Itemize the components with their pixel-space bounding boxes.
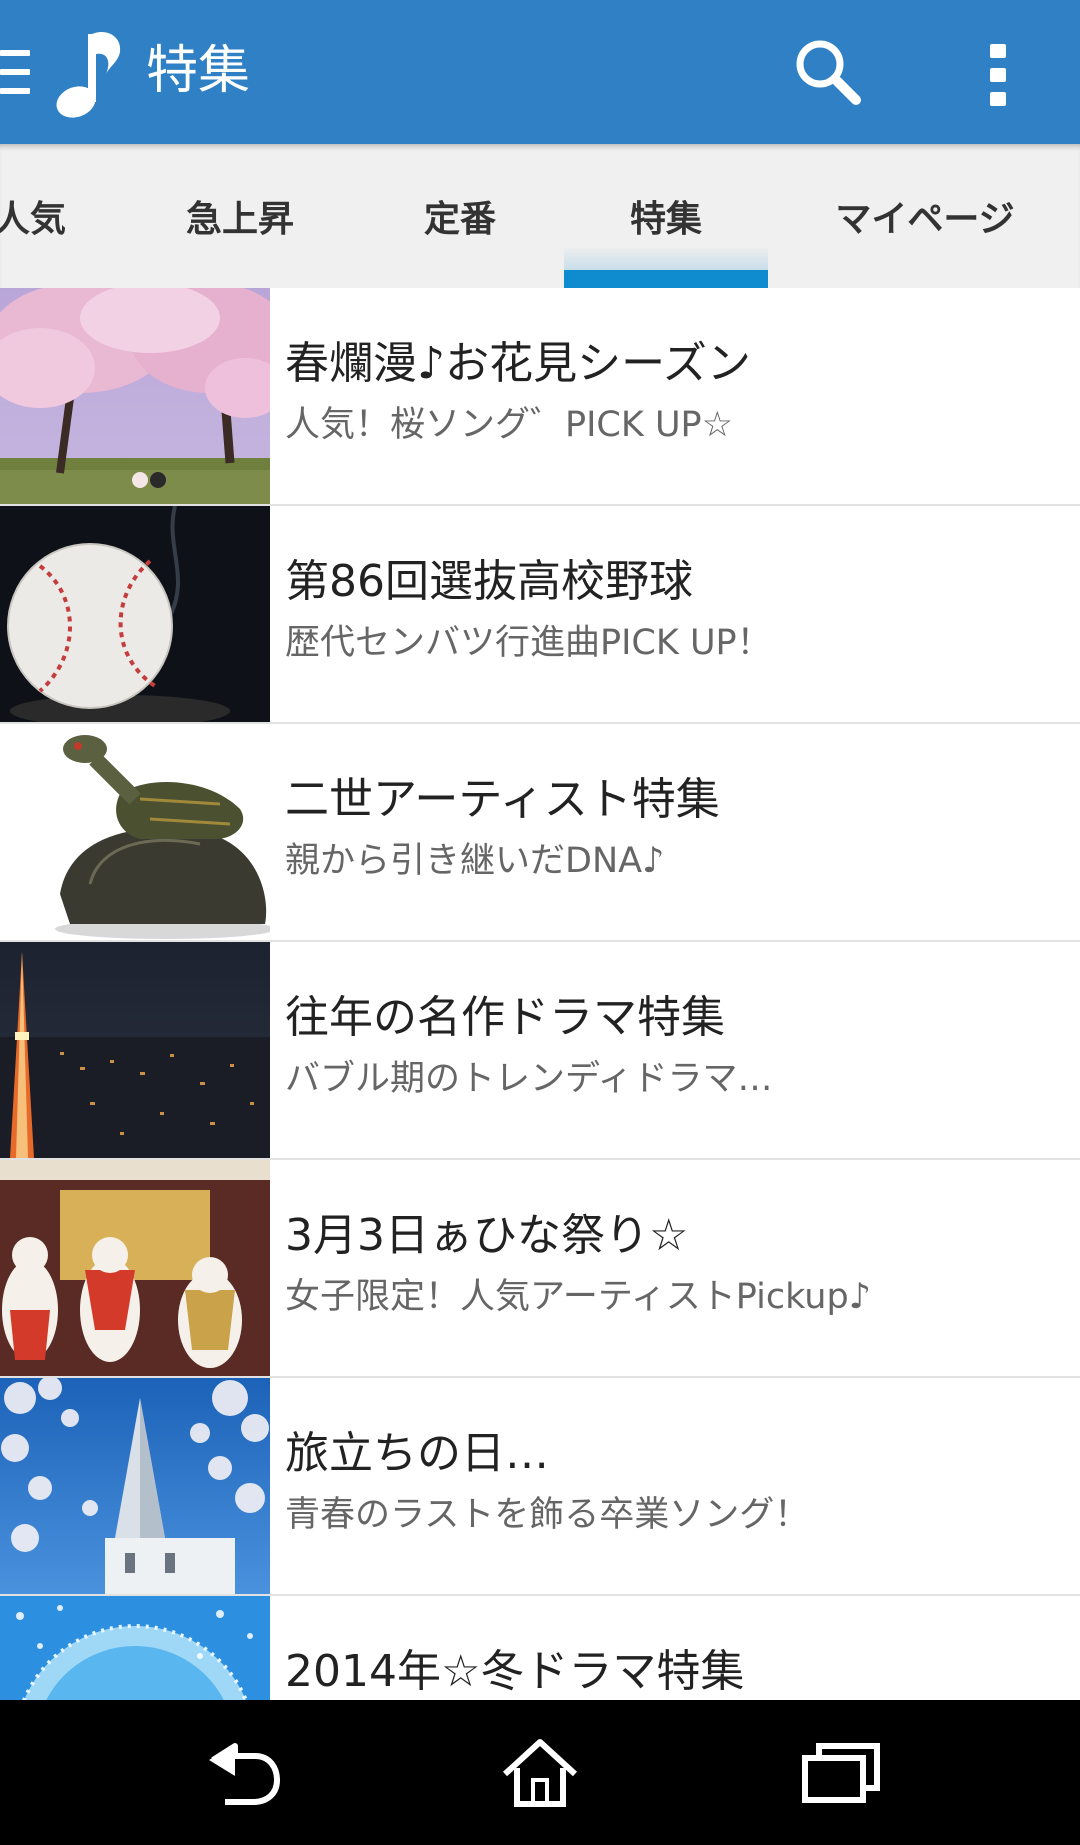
- feature-title: 春爛漫♪お花見シーズン: [285, 338, 751, 389]
- cherry-blossom-thumbnail: [0, 288, 270, 504]
- feature-title: 第86回選抜高校野球: [285, 556, 693, 607]
- feature-subtitle: 人気！桜ソング゛PICK UP☆: [285, 405, 734, 445]
- list-item[interactable]: 2014年☆冬ドラマ特集: [0, 1596, 1080, 1700]
- tab-bar: 人気 急上昇 定番 特集 マイページ: [0, 144, 1080, 288]
- music-note-icon[interactable]: [48, 22, 128, 122]
- list-item[interactable]: 第86回選抜高校野球 歴代センバツ行進曲PICK UP！: [0, 506, 1080, 724]
- tab-label: 人気: [0, 199, 66, 240]
- tokyo-tower-thumbnail: [0, 942, 270, 1158]
- tab-indicator-glow: [564, 246, 768, 270]
- snow-ornament-thumbnail: [0, 1596, 270, 1700]
- tab-standard[interactable]: 定番: [380, 144, 540, 288]
- app-bar: 特集: [0, 0, 1080, 144]
- tab-mypage[interactable]: マイページ: [820, 144, 1030, 288]
- tab-rising[interactable]: 急上昇: [160, 144, 320, 288]
- feature-subtitle: 親から引き継いだDNA♪: [285, 841, 665, 881]
- list-item[interactable]: 往年の名作ドラマ特集 バブル期のトレンディドラマ…: [0, 942, 1080, 1160]
- list-item[interactable]: 旅立ちの日… 青春のラストを飾る卒業ソング！: [0, 1378, 1080, 1596]
- tab-label: 定番: [423, 199, 496, 240]
- feature-subtitle: 青春のラストを飾る卒業ソング！: [285, 1495, 810, 1535]
- baseball-thumbnail: [0, 506, 270, 722]
- feature-subtitle: 歴代センバツ行進曲PICK UP！: [285, 623, 772, 663]
- feature-subtitle: 女子限定！人気アーティストPickup♪: [285, 1277, 872, 1317]
- tab-label: 急上昇: [185, 199, 294, 240]
- feature-subtitle: バブル期のトレンディドラマ…: [285, 1059, 773, 1099]
- selected-tab-indicator: [564, 270, 768, 288]
- search-icon[interactable]: [792, 36, 864, 108]
- page-title: 特集: [146, 41, 251, 101]
- back-icon[interactable]: [195, 1738, 285, 1808]
- home-icon[interactable]: [495, 1738, 585, 1808]
- recent-apps-icon[interactable]: [795, 1738, 885, 1808]
- hina-dolls-thumbnail: [0, 1160, 270, 1376]
- list-item[interactable]: 春爛漫♪お花見シーズン 人気！桜ソング゛PICK UP☆: [0, 288, 1080, 506]
- list-item[interactable]: 二世アーティスト特集 親から引き継いだDNA♪: [0, 724, 1080, 942]
- menu-icon[interactable]: [0, 50, 30, 94]
- turtles-thumbnail: [0, 724, 270, 940]
- tab-label: 特集: [629, 199, 702, 240]
- feature-title: 2014年☆冬ドラマ特集: [285, 1646, 745, 1697]
- feature-title: 旅立ちの日…: [285, 1428, 549, 1479]
- app-root: 特集 人気 急上昇 定番 特集 マイページ 春爛漫♪お花見シーズン 人気！桜ソン…: [0, 0, 1080, 1845]
- church-cherry-blossom-thumbnail: [0, 1378, 270, 1594]
- list-item[interactable]: 3月3日ぁひな祭り☆ 女子限定！人気アーティストPickup♪: [0, 1160, 1080, 1378]
- system-nav-bar: [0, 1700, 1080, 1845]
- tab-label: マイページ: [835, 199, 1015, 240]
- feature-title: 二世アーティスト特集: [285, 774, 720, 825]
- feature-title: 3月3日ぁひな祭り☆: [285, 1210, 689, 1261]
- feature-title: 往年の名作ドラマ特集: [285, 992, 725, 1043]
- feature-list[interactable]: 春爛漫♪お花見シーズン 人気！桜ソング゛PICK UP☆ 第86回選抜高校野球 …: [0, 288, 1080, 1700]
- more-vert-icon[interactable]: [986, 44, 1010, 106]
- tab-popular[interactable]: 人気: [0, 144, 100, 288]
